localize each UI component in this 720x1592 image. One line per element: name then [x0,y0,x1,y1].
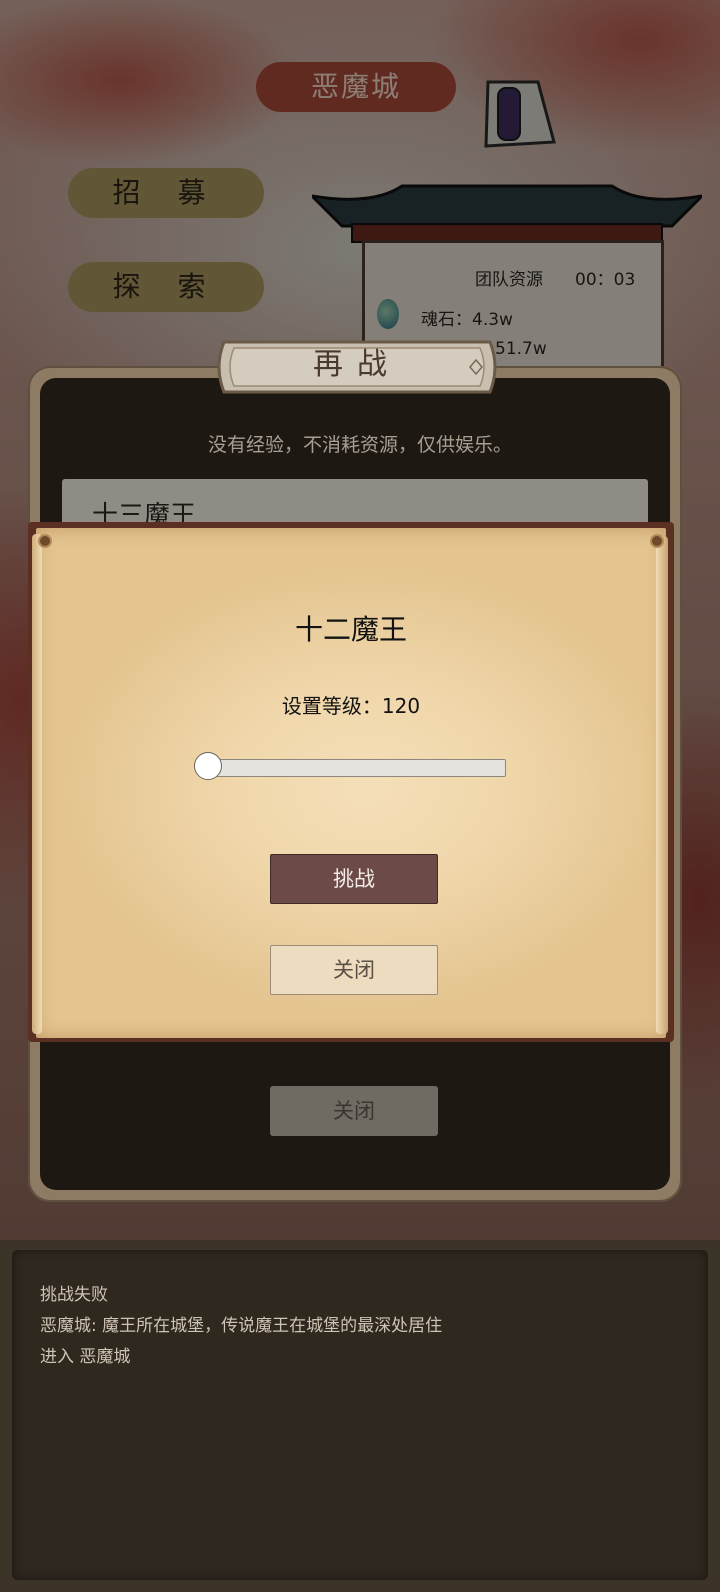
challenge-button[interactable]: 挑战 [270,854,438,904]
log-line: 恶魔城: 魔王所在城堡，传说魔王在城堡的最深处居住 [40,1316,443,1336]
message-log-panel[interactable] [12,1250,708,1580]
log-line: 挑战失败 [40,1285,108,1305]
replay-close-button[interactable]: 关闭 [270,1086,438,1136]
level-label: 设置等级：120 [281,694,421,718]
replay-title: 再战 [313,347,401,382]
popup-close-button[interactable]: 关闭 [270,945,438,995]
pin-icon [650,534,664,548]
replay-subtitle: 没有经验，不消耗资源，仅供娱乐。 [207,434,512,456]
log-line: 进入 恶魔城 [40,1347,131,1367]
pin-icon [38,534,52,548]
message-log [0,1240,720,1592]
popup-title: 十二魔王 [294,613,407,646]
level-slider-track[interactable] [206,759,506,777]
level-slider-thumb[interactable] [194,752,222,780]
